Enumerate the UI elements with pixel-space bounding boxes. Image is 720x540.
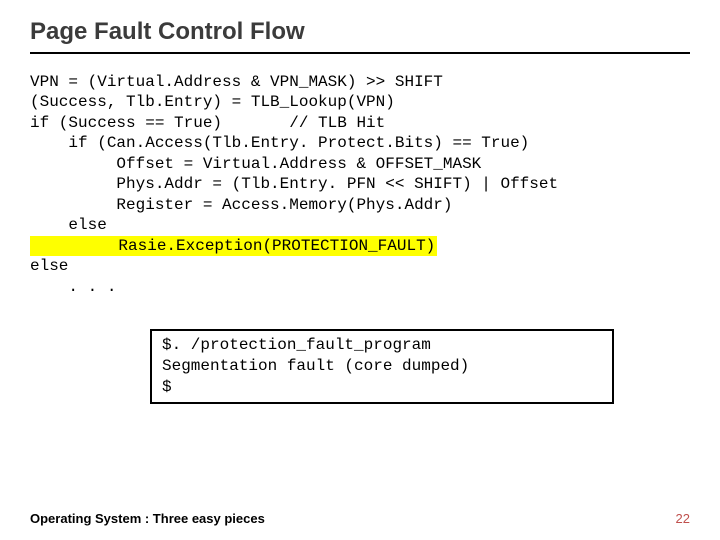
code-line: VPN = (Virtual.Address & VPN_MASK) >> SH… (30, 73, 443, 91)
terminal-line: Segmentation fault (core dumped) (162, 357, 469, 375)
code-line: Register = Access.Memory(Phys.Addr) (30, 196, 452, 214)
terminal-line: $. /protection_fault_program (162, 336, 431, 354)
code-line: if (Can.Access(Tlb.Entry. Protect.Bits) … (30, 134, 529, 152)
code-line: (Success, Tlb.Entry) = TLB_Lookup(VPN) (30, 93, 395, 111)
pseudocode-block: VPN = (Virtual.Address & VPN_MASK) >> SH… (30, 72, 690, 297)
footer-text: Operating System : Three easy pieces (30, 511, 265, 526)
slide-title: Page Fault Control Flow (30, 18, 690, 46)
code-line: Phys.Addr = (Tlb.Entry. PFN << SHIFT) | … (30, 175, 558, 193)
code-line: . . . (30, 278, 116, 296)
code-line: else (30, 216, 107, 234)
code-line: if (Success == True) // TLB Hit (30, 114, 385, 132)
code-line: Offset = Virtual.Address & OFFSET_MASK (30, 155, 481, 173)
code-line-highlight: Rasie.Exception(PROTECTION_FAULT) (30, 236, 437, 256)
terminal-output: $. /protection_fault_program Segmentatio… (150, 329, 614, 403)
title-rule (30, 52, 690, 54)
code-line: else (30, 257, 68, 275)
terminal-line: $ (162, 378, 172, 396)
page-number: 22 (676, 511, 690, 526)
